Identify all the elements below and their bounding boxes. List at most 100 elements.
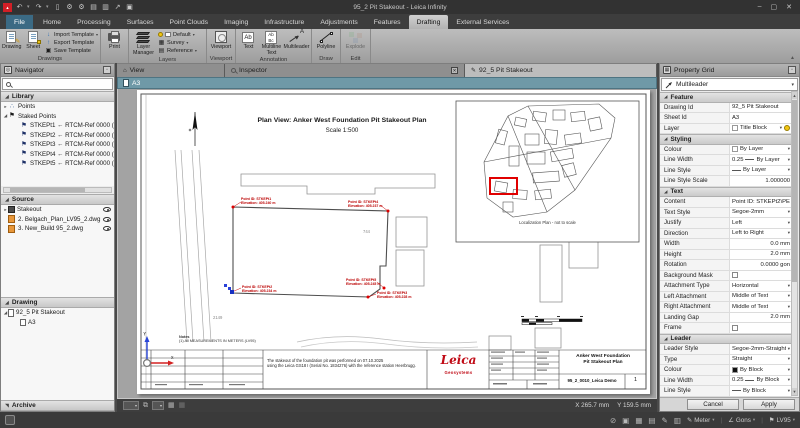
tab-92-5-pit-stakeout[interactable]: ✎92_5 Pit Stakeout [465, 64, 657, 77]
stakeout-point-stkept3[interactable]: Point ID: STKEPt3Elevation: 405.228 m [368, 297, 371, 300]
property-value-line-width[interactable]: 0.25By Block▾ [730, 376, 792, 386]
close-icon[interactable]: ✕ [786, 3, 792, 11]
property-value-direction[interactable]: Left to Right▾ [730, 229, 792, 239]
tree-item-92-5[interactable]: ◢92_5 Pit Stakeout [1, 308, 114, 318]
redo-dropdown-icon[interactable]: ▾ [46, 4, 50, 10]
library-hscrollbar[interactable] [3, 187, 112, 193]
dropdown-arrow-icon[interactable]: ▾ [788, 230, 790, 236]
redo-icon[interactable]: ↷ [34, 3, 43, 12]
message-log-icon[interactable] [5, 415, 15, 425]
navigator-search-input[interactable] [2, 78, 113, 90]
no-snap-icon[interactable]: ⊘ [610, 416, 616, 425]
selection-grip[interactable] [224, 284, 227, 287]
property-section-text[interactable]: ◢Text [660, 187, 792, 198]
drawing-sheet[interactable]: Plan View: Anker West Foundation Pit Sta… [137, 90, 650, 394]
scrollbar-thumb[interactable] [792, 100, 797, 282]
dropdown-arrow-icon[interactable]: ▾ [780, 125, 782, 131]
property-value-layer[interactable]: Title Block▾ [730, 124, 792, 134]
stakeout-point-stkept4[interactable]: Point ID: STKEPt4Elevation: 405.237 m [388, 211, 391, 214]
archive-icon[interactable]: ▣ [125, 3, 134, 12]
ribbon-tab-home[interactable]: Home [35, 15, 69, 29]
angle-unit-selector[interactable]: ∠Gons▾ [728, 417, 755, 424]
visibility-eye-icon[interactable] [103, 217, 111, 222]
tree-item-stkept1[interactable]: ⚑STKEPt1 ← RTCM-Ref 0000 (07/10/ [1, 121, 114, 131]
copy-icon[interactable]: ⧉ [143, 401, 148, 410]
property-value-left-attachment[interactable]: Middle of Text▾ [730, 292, 792, 302]
dropdown-arrow-icon[interactable]: ▾ [788, 377, 790, 383]
ribbon-tab-external-services[interactable]: External Services [448, 15, 517, 29]
dropdown-arrow-icon[interactable]: ▾ [788, 167, 790, 173]
property-value-leader-style[interactable]: Segoe-2mm-Straight▾ [730, 344, 792, 354]
entity-selector-dropdown[interactable]: Multileader ▾ [661, 78, 798, 91]
tree-item-stkept5[interactable]: ⚑STKEPt5 ← RTCM-Ref 0000 (07/10/ [1, 159, 114, 169]
sheet-button[interactable]: Sheet [23, 30, 42, 51]
property-value-attachment-type[interactable]: Horizontal▾ [730, 281, 792, 291]
visibility-eye-icon[interactable] [103, 226, 111, 231]
crs-selector[interactable]: ⚑LV95▾ [769, 417, 795, 424]
restore-icon[interactable]: ▢ [771, 3, 778, 11]
export-template-button[interactable]: ↑Export Template [45, 39, 98, 46]
property-value-justify[interactable]: Left▾ [730, 218, 792, 228]
tree-item-3[interactable]: 3. New_Build 95_2.dwg [1, 224, 114, 234]
import-template-button[interactable]: ↓Import Template▾ [45, 31, 98, 38]
layers-icon[interactable]: ▤ [648, 416, 655, 425]
ribbon-tab-adjustments[interactable]: Adjustments [312, 15, 365, 29]
property-value-line-width[interactable]: 0.25By Layer▾ [730, 155, 792, 165]
export-icon[interactable]: ↗ [113, 3, 122, 12]
property-value-right-attachment[interactable]: Middle of Text▾ [730, 302, 792, 312]
dropdown-arrow-icon[interactable]: ▾ [788, 346, 790, 352]
property-value-line-style[interactable]: By Layer▾ [730, 166, 792, 176]
section-source[interactable]: ◢Source [1, 194, 114, 205]
dropdown-arrow-icon[interactable]: ▾ [788, 388, 790, 394]
checkbox[interactable] [732, 325, 738, 331]
ribbon-tab-infrastructure[interactable]: Infrastructure [256, 15, 312, 29]
drawing-canvas[interactable]: Plan View: Anker West Foundation Pit Sta… [117, 89, 657, 399]
pin-icon[interactable]: ▫ [103, 66, 111, 74]
grid-icon[interactable]: ▦ [635, 416, 642, 425]
multiline-text-button[interactable]: AbBc Multiline Text [261, 30, 282, 56]
layer-visibility-bulb-icon[interactable] [784, 125, 790, 131]
section-archive[interactable]: ◥Archive [1, 400, 114, 411]
property-value-arrow[interactable]: Closed Filled▾ [730, 397, 792, 398]
scroll-up-icon[interactable]: ▲ [792, 92, 797, 99]
length-unit-selector[interactable]: ✎Meter▾ [687, 417, 715, 424]
viewport-button[interactable]: Viewport [209, 30, 233, 51]
property-value-rotation[interactable]: 0.0000 gon [730, 260, 792, 270]
stakeout-point-stkept2[interactable]: Point ID: STKEPt2Elevation: 405.234 m [232, 292, 236, 296]
stakeout-point-stkept1[interactable]: Point ID: STKEPt1Elevation: 405.240 m [233, 207, 236, 210]
property-value-text-style[interactable]: Segoe-2mm▾ [730, 208, 792, 218]
tree-item-stkept4[interactable]: ⚑STKEPt4 ← RTCM-Ref 0000 (07/10/ [1, 150, 114, 160]
dropdown-arrow-icon[interactable]: ▾ [788, 304, 790, 310]
settings-icon[interactable]: ⚙ [65, 3, 74, 12]
minimize-icon[interactable]: – [758, 3, 762, 11]
ribbon-tab-point-clouds[interactable]: Point Clouds [162, 15, 217, 29]
dropdown-arrow-icon[interactable]: ▾ [788, 146, 790, 152]
layer-manager-button[interactable]: Layer Manager [131, 30, 156, 56]
dropdown-arrow-icon[interactable]: ▾ [788, 220, 790, 226]
property-section-leader[interactable]: ◢Leader [660, 334, 792, 345]
ribbon-tab-drafting[interactable]: Drafting [409, 15, 449, 29]
tools-icon[interactable]: ⚙ [77, 3, 86, 12]
ribbon-tab-surfaces[interactable]: Surfaces [119, 15, 162, 29]
property-section-styling[interactable]: ◢Styling [660, 134, 792, 145]
print-button[interactable]: Print [103, 30, 126, 51]
drawing-button[interactable]: ✎ Drawing [2, 30, 21, 51]
dropdown-arrow-icon[interactable]: ▾ [788, 293, 790, 299]
scroll-down-icon[interactable]: ▼ [792, 388, 797, 395]
section-library[interactable]: ◢Library [1, 91, 114, 102]
ribbon-tab-features[interactable]: Features [366, 15, 409, 29]
delete-icon[interactable]: ▯ [53, 3, 62, 12]
print-icon[interactable]: ▥ [101, 3, 110, 12]
selection-mode-dropdown[interactable]: ▾ [123, 401, 139, 410]
property-value-line-style[interactable]: By Block▾ [730, 386, 792, 396]
report-icon[interactable]: ▤ [89, 3, 98, 12]
polyline-button[interactable]: Polyline [314, 30, 338, 51]
property-value-colour[interactable]: By Layer▾ [730, 145, 792, 155]
delete-icon[interactable]: ▥ [674, 416, 681, 425]
pin-icon[interactable]: ▫ [788, 66, 796, 74]
tab-view[interactable]: ⌂View [117, 64, 225, 77]
text-button[interactable]: Ab Text [238, 30, 259, 51]
property-value-colour[interactable]: By Block▾ [730, 365, 792, 375]
ribbon-tab-imaging[interactable]: Imaging [216, 15, 256, 29]
reference-layer-select[interactable]: ▤Reference▾ [158, 47, 197, 54]
